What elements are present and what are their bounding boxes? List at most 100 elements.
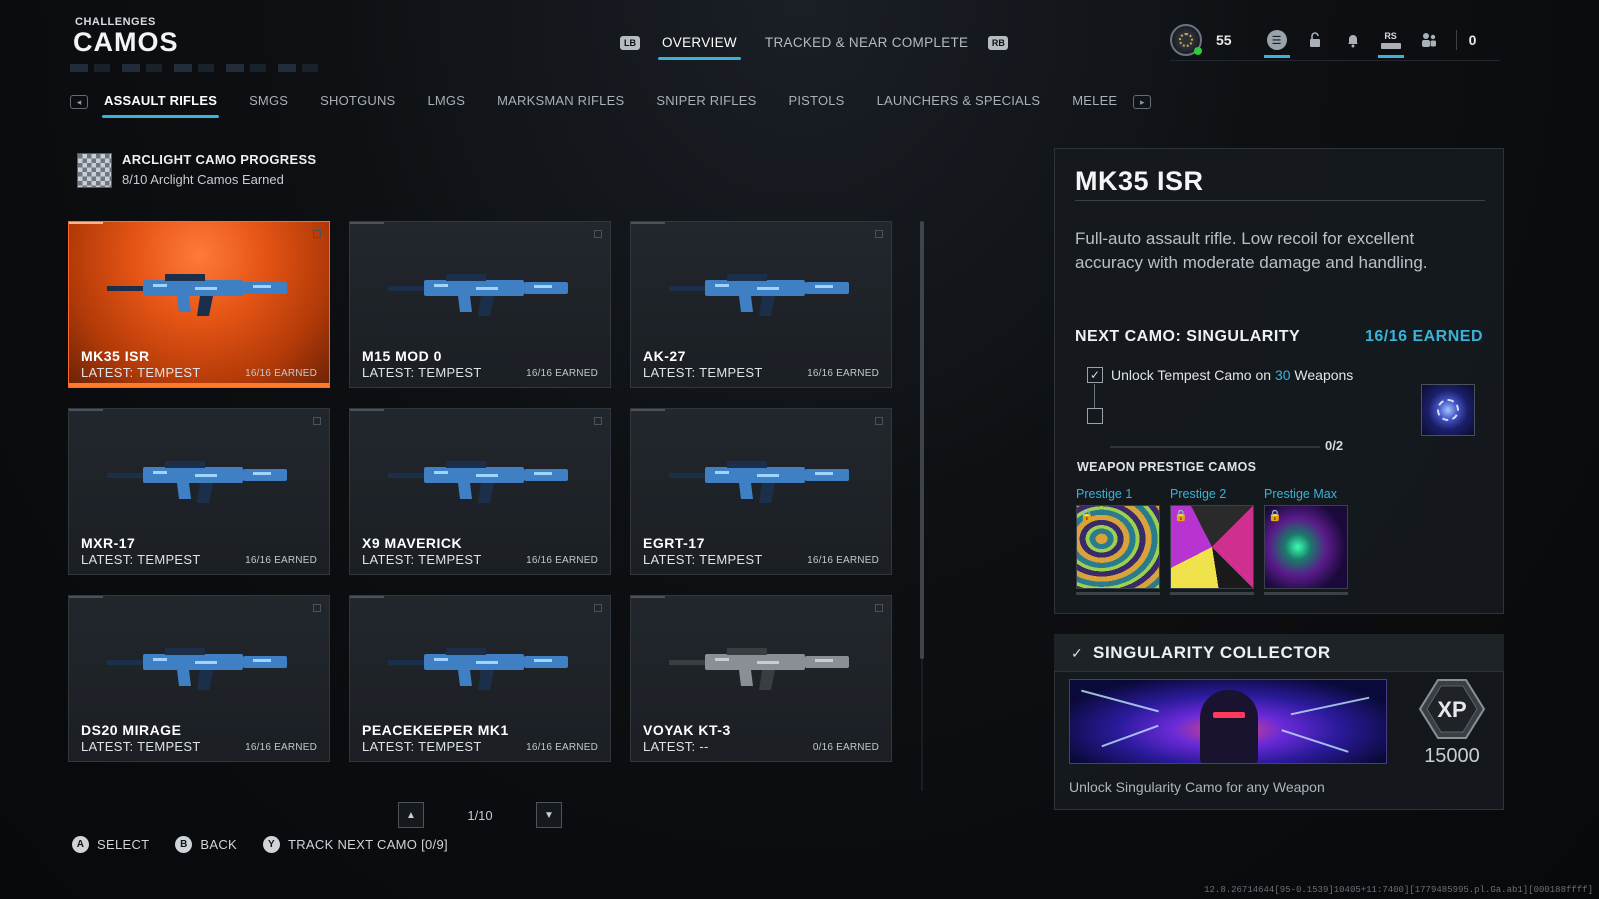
lock-icon: 🔒: [1268, 510, 1282, 522]
rank-badge-icon[interactable]: [1170, 24, 1202, 56]
category-tab-assault-rifles[interactable]: ASSAULT RIFLES: [88, 88, 233, 118]
weapon-earned-count: 16/16 EARNED: [245, 742, 317, 753]
player-status-bar: 55 ☰ RS 0: [1170, 22, 1476, 58]
weapon-image: [107, 648, 287, 690]
requirement-progress-count: 0/2: [1325, 438, 1344, 453]
online-indicator: [1194, 47, 1202, 55]
weapon-name: M15 MOD 0: [362, 348, 442, 364]
weapon-name: VOYAK KT-3: [643, 722, 731, 738]
category-tab-lmgs[interactable]: LMGS: [411, 88, 481, 116]
category-tab-melee[interactable]: MELEE: [1056, 88, 1133, 116]
page-title: CAMOS: [73, 27, 179, 57]
weapon-latest-camo: LATEST: TEMPEST: [81, 739, 201, 754]
prestige-label: Prestige 1: [1076, 487, 1133, 501]
page-indicator: 1/10: [467, 808, 493, 823]
weapon-latest-camo: LATEST: TEMPEST: [362, 739, 482, 754]
weapon-latest-camo: LATEST: TEMPEST: [643, 365, 763, 380]
weapon-name: X9 MAVERICK: [362, 535, 463, 551]
hint-select[interactable]: A SELECT: [72, 836, 149, 853]
corner-marker-icon: [594, 604, 602, 612]
rb-bumper-icon[interactable]: RB: [988, 36, 1009, 50]
category-tab-bar: ◂ ASSAULT RIFLES SMGS SHOTGUNS LMGS MARK…: [70, 88, 1152, 118]
weapon-latest-camo: LATEST: TEMPEST: [81, 552, 201, 567]
weapon-earned-count: 16/16 EARNED: [526, 368, 598, 379]
weapon-latest-camo: LATEST: TEMPEST: [643, 552, 763, 567]
weapon-grid: MK35 ISR LATEST: TEMPEST 16/16 EARNED M1…: [68, 221, 892, 763]
detail-description: Full-auto assault rifle. Low recoil for …: [1075, 229, 1428, 272]
requirement-checkbox-checked: ✓: [1087, 367, 1103, 383]
weapon-card[interactable]: DS20 MIRAGE LATEST: TEMPEST 16/16 EARNED: [68, 595, 330, 762]
category-tab-shotguns[interactable]: SHOTGUNS: [304, 88, 411, 116]
weapon-image: [107, 274, 287, 316]
prestige-camo-2[interactable]: Prestige 2 🔒: [1170, 487, 1254, 595]
prestige-camo-1[interactable]: Prestige 1 🔒: [1076, 487, 1160, 595]
prestige-camo-max[interactable]: Prestige Max 🔒: [1264, 487, 1348, 595]
hint-track-next-camo[interactable]: Y TRACK NEXT CAMO [0/9]: [262, 836, 448, 853]
weapon-name: MXR-17: [81, 535, 136, 551]
party-icon[interactable]: [1410, 22, 1448, 58]
tab-tracked-near-complete[interactable]: TRACKED & NEAR COMPLETE: [751, 28, 982, 58]
page-down-button[interactable]: ▼: [536, 802, 562, 828]
corner-marker-icon: [875, 230, 883, 238]
weapon-name: EGRT-17: [643, 535, 705, 551]
detail-divider: [1075, 200, 1485, 201]
category-next-icon[interactable]: ▸: [1133, 95, 1152, 109]
weapon-card[interactable]: EGRT-17 LATEST: TEMPEST 16/16 EARNED: [630, 408, 892, 575]
player-level: 55: [1216, 32, 1232, 48]
weapon-latest-camo: LATEST: TEMPEST: [81, 365, 201, 380]
lock-icon: 🔒: [1174, 510, 1188, 522]
xp-reward-value: 15000: [1424, 745, 1480, 767]
prestige-camo-image: 🔒: [1076, 505, 1160, 589]
category-tab-pistols[interactable]: PISTOLS: [772, 88, 860, 116]
prestige-progress-bar: [1076, 592, 1160, 595]
tab-overview[interactable]: OVERVIEW: [648, 28, 751, 60]
lb-bumper-icon[interactable]: LB: [620, 36, 640, 50]
weapon-card[interactable]: M15 MOD 0 LATEST: TEMPEST 16/16 EARNED: [349, 221, 611, 388]
page-up-button[interactable]: ▲: [398, 802, 424, 828]
corner-marker-icon: [875, 417, 883, 425]
weapon-card[interactable]: AK-27 LATEST: TEMPEST 16/16 EARNED: [630, 221, 892, 388]
requirement-progress-bar: [1110, 446, 1320, 448]
weapon-image: [669, 461, 849, 503]
weapon-image: [669, 648, 849, 690]
weapon-earned-count: 16/16 EARNED: [245, 555, 317, 566]
category-prev-icon[interactable]: ◂: [70, 95, 88, 109]
weapon-earned-count: 16/16 EARNED: [526, 742, 598, 753]
weapon-earned-count: 16/16 EARNED: [245, 368, 317, 379]
category-tab-marksman-rifles[interactable]: MARKSMAN RIFLES: [481, 88, 640, 116]
category-tab-sniper-rifles[interactable]: SNIPER RIFLES: [640, 88, 772, 116]
weapon-card[interactable]: MXR-17 LATEST: TEMPEST 16/16 EARNED: [68, 408, 330, 575]
rs-social-icon[interactable]: RS: [1372, 22, 1410, 58]
hint-label: TRACK NEXT CAMO [0/9]: [287, 837, 448, 852]
weapon-card[interactable]: VOYAK KT-3 LATEST: -- 0/16 EARNED: [630, 595, 892, 762]
weapon-image: [669, 274, 849, 316]
category-tab-launchers-specials[interactable]: LAUNCHERS & SPECIALS: [861, 88, 1057, 116]
category-tab-smgs[interactable]: SMGS: [233, 88, 304, 116]
next-camo-earned: 16/16 EARNED: [1364, 328, 1483, 345]
checkbox-connector: [1094, 384, 1095, 408]
xp-label: XP: [1437, 697, 1466, 722]
a-button-icon: A: [72, 836, 89, 853]
arclight-progress-title: ARCLIGHT CAMO PROGRESS: [122, 152, 317, 167]
hint-label: SELECT: [97, 837, 150, 852]
b-button-icon: B: [175, 836, 193, 853]
weapon-image: [388, 461, 568, 503]
weapon-latest-camo: LATEST: TEMPEST: [362, 365, 482, 380]
weapon-card[interactable]: MK35 ISR LATEST: TEMPEST 16/16 EARNED: [68, 221, 330, 388]
weapon-card[interactable]: PEACEKEEPER MK1 LATEST: TEMPEST 16/16 EA…: [349, 595, 611, 762]
weapon-card[interactable]: X9 MAVERICK LATEST: TEMPEST 16/16 EARNED: [349, 408, 611, 575]
weapon-latest-camo: LATEST: TEMPEST: [362, 552, 482, 567]
menu-icon[interactable]: ☰: [1258, 22, 1296, 58]
prestige-progress-bar: [1264, 592, 1348, 595]
grid-scrollbar[interactable]: [920, 221, 924, 659]
arclight-camo-thumbnail: [77, 153, 112, 188]
prestige-camo-image: 🔒: [1170, 505, 1254, 589]
arclight-progress-count: 8/10 Arclight Camos Earned: [122, 172, 284, 187]
weapon-name: DS20 MIRAGE: [81, 722, 182, 738]
corner-marker-icon: [313, 230, 321, 238]
hint-back[interactable]: B BACK: [175, 836, 237, 853]
prestige-label: Prestige Max: [1264, 487, 1337, 501]
unlock-icon[interactable]: [1296, 22, 1334, 58]
weapon-earned-count: 0/16 EARNED: [812, 742, 879, 753]
notification-bell-icon[interactable]: [1334, 22, 1372, 58]
